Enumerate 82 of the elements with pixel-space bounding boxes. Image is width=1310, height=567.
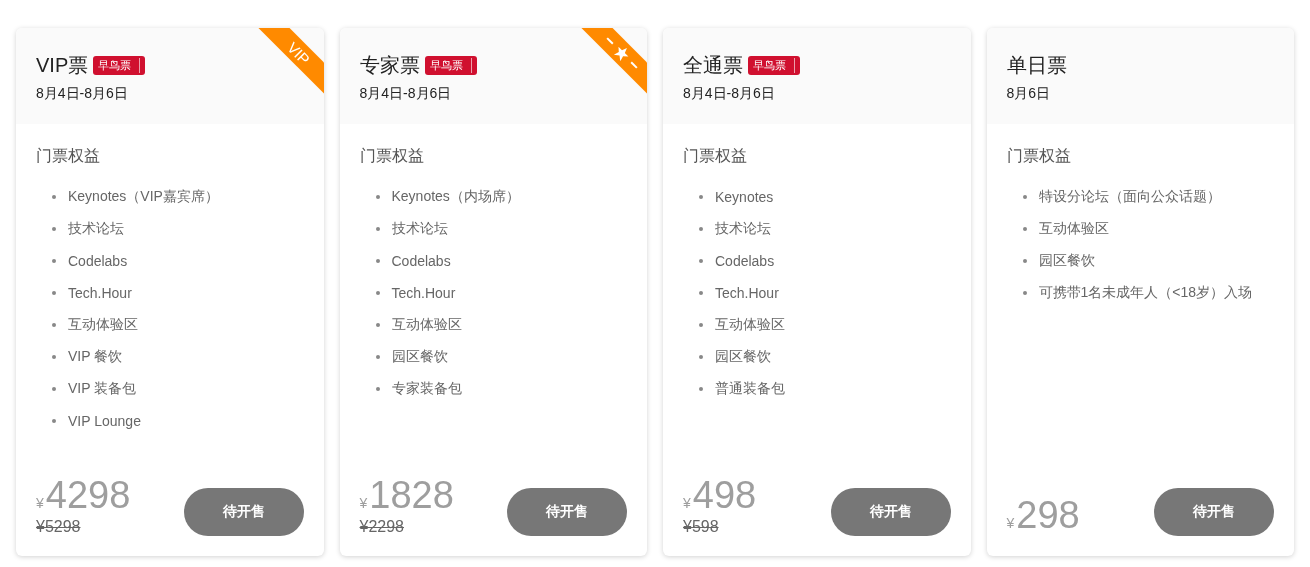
ticket-price: 1828 [369,474,454,516]
bullet-icon [699,195,703,199]
bullet-icon [699,355,703,359]
bullet-icon [52,419,56,423]
bullet-icon [52,227,56,231]
original-price: ¥598 [683,518,719,536]
benefit-item: 专家装备包 [391,380,462,398]
bullet-icon [52,355,56,359]
bullet-icon [52,259,56,263]
benefit-item: 特设分论坛（面向公众话题） [1038,188,1221,206]
currency-sign: ¥ [683,495,691,511]
buy-button[interactable]: 待开售 [830,488,951,536]
currency-sign: ¥ [36,495,44,511]
bullet-icon [52,195,56,199]
bullet-icon [699,291,703,295]
bullet-icon [1022,259,1027,263]
bullet-icon [375,355,380,359]
benefit-item: Codelabs [391,253,451,269]
original-price: ¥2298 [359,518,404,536]
ticket-title: 单日票 [1006,53,1067,78]
benefits-title: 门票权益 [683,146,747,166]
benefit-item: 园区餐饮 [1038,252,1095,270]
ticket-dates: 8月4日-8月6日 [359,85,452,103]
ticket-title: 全通票 [683,53,743,78]
bullet-icon [375,259,380,263]
benefit-item: 互动体验区 [68,316,138,334]
bullet-icon [52,291,56,295]
bullet-icon [699,227,703,231]
bullet-icon [699,387,703,391]
benefit-item: VIP 餐饮 [68,348,123,366]
buy-button[interactable]: 待开售 [183,488,304,536]
bullet-icon [699,323,703,327]
bullet-icon [1022,195,1027,199]
benefit-item: 普通装备包 [715,380,785,398]
benefit-item: 可携带1名未成年人（<18岁）入场 [1038,284,1253,302]
currency-sign: ¥ [359,495,368,511]
bullet-icon [375,323,380,327]
original-price: ¥5298 [36,518,81,536]
benefit-item: Keynotes（内场席） [391,188,520,206]
benefit-item: Tech.Hour [715,285,779,301]
benefit-item: 技术论坛 [68,220,124,238]
benefit-item: 互动体验区 [715,316,785,334]
bullet-icon [375,227,380,231]
early-bird-tag: 早鸟票 [93,56,146,75]
ticket-title: VIP票 [36,53,89,78]
ticket-price: 4298 [45,474,131,516]
bullet-icon [52,387,56,391]
benefits-title: 门票权益 [36,146,100,166]
benefit-item: Tech.Hour [68,285,132,301]
benefit-item: 园区餐饮 [715,348,771,366]
benefit-item: Codelabs [68,253,128,269]
bullet-icon [699,259,703,263]
benefit-item: 技术论坛 [391,220,448,238]
benefit-item: VIP 装备包 [68,380,137,398]
benefit-item: 园区餐饮 [391,348,448,366]
bullet-icon [375,291,380,295]
early-bird-tag: 早鸟票 [748,56,800,75]
benefits-title: 门票权益 [359,146,424,166]
benefit-item: Keynotes（VIP嘉宾席） [68,188,219,206]
benefit-item: 技术论坛 [715,220,771,238]
currency-sign: ¥ [1006,515,1015,531]
early-bird-tag: 早鸟票 [424,56,477,75]
bullet-icon [375,195,380,199]
buy-button[interactable]: 待开售 [1154,488,1274,536]
benefit-item: Codelabs [715,253,775,269]
ticket-price: 298 [1016,494,1080,536]
ticket-title: 专家票 [359,53,420,78]
benefits-title: 门票权益 [1006,146,1071,166]
ticket-dates: 8月4日-8月6日 [683,85,775,103]
ticket-dates: 8月6日 [1006,85,1051,103]
buy-button[interactable]: 待开售 [507,488,627,536]
bullet-icon [375,387,380,391]
benefit-item: Keynotes [715,189,774,205]
ticket-price: 498 [692,474,757,516]
bullet-icon [52,323,56,327]
benefit-item: 互动体验区 [1038,220,1109,238]
benefit-item: 互动体验区 [391,316,462,334]
benefit-item: Tech.Hour [391,285,456,301]
benefit-item: VIP Lounge [68,413,141,429]
bullet-icon [1022,291,1027,295]
bullet-icon [1022,227,1027,231]
ticket-dates: 8月4日-8月6日 [36,85,128,103]
